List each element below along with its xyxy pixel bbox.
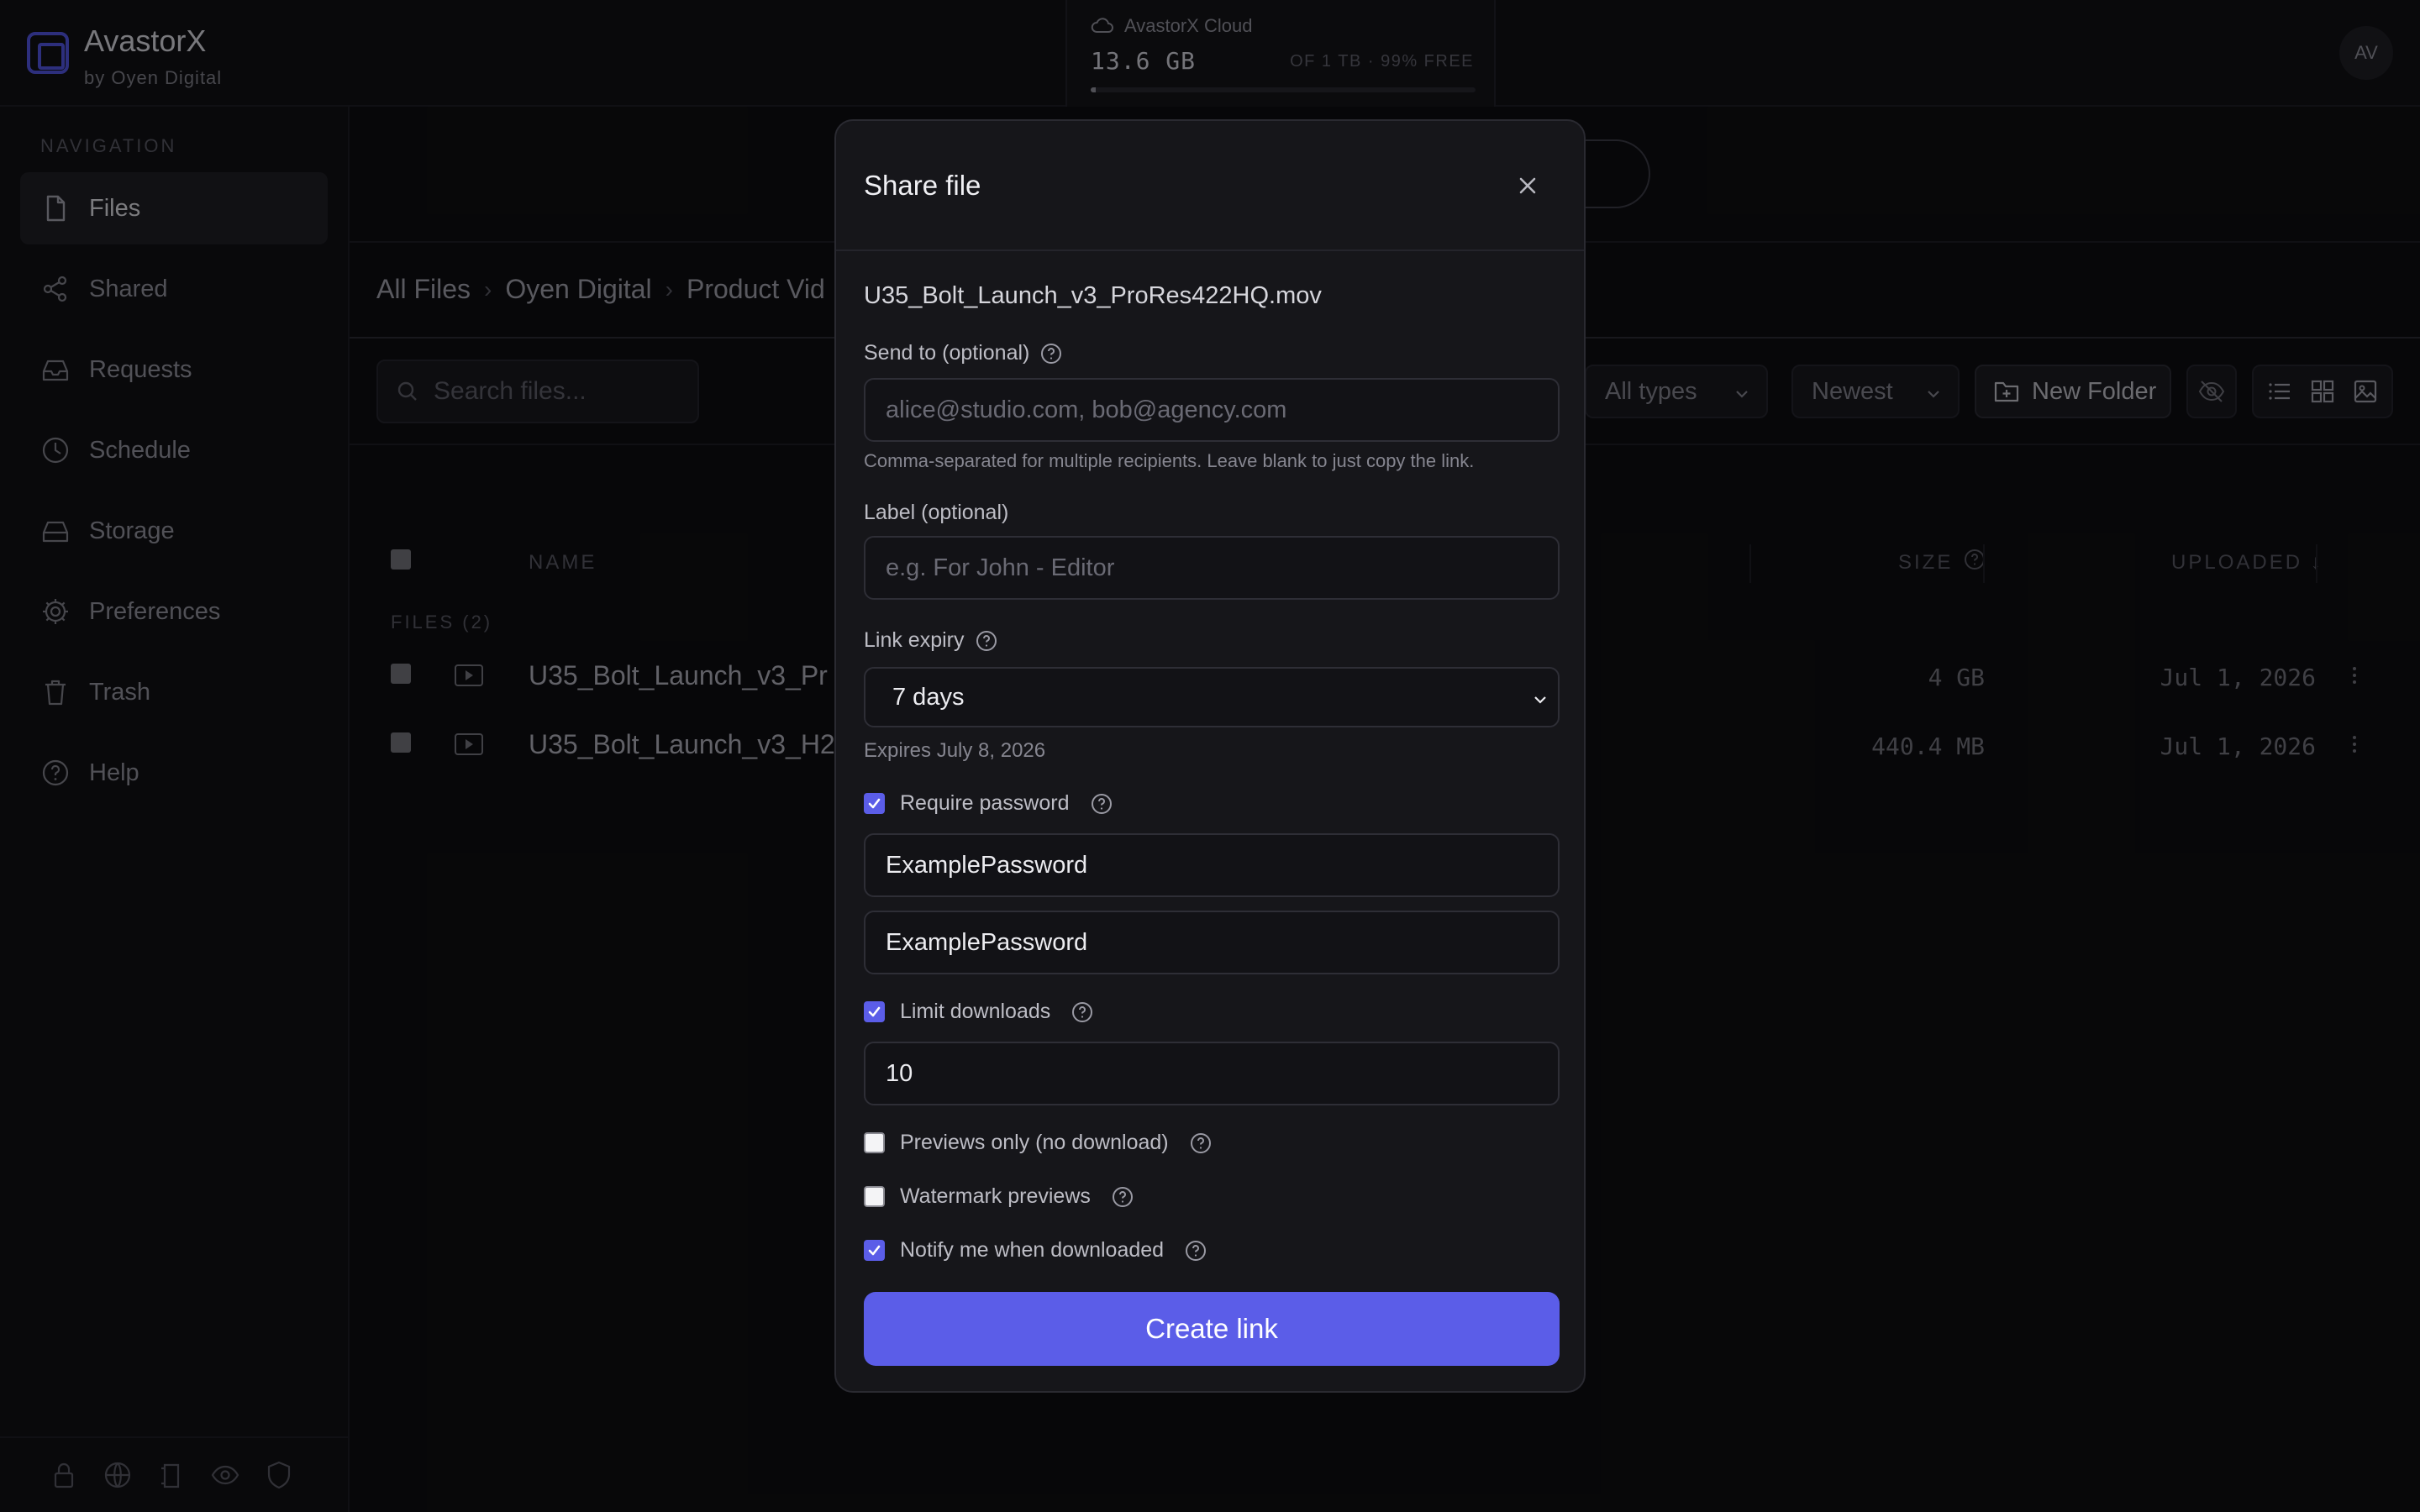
require-password-checkbox[interactable] [864, 793, 885, 814]
dialog-header: Share file [836, 121, 1584, 251]
share-file-dialog: Share file U35_Bolt_Launch_v3_ProRes422H… [834, 119, 1586, 1393]
help-icon[interactable] [1039, 342, 1063, 365]
watermark-checkbox[interactable] [864, 1186, 885, 1207]
notify-checkbox[interactable] [864, 1240, 885, 1261]
send-to-label-text: Send to (optional) [864, 341, 1030, 365]
help-icon[interactable] [1090, 792, 1113, 816]
label-input[interactable]: e.g. For John - Editor [864, 536, 1560, 600]
expiry-select[interactable]: 7 days [864, 667, 1560, 727]
previews-only-checkbox[interactable] [864, 1132, 885, 1153]
password-input[interactable]: ExamplePassword [864, 833, 1560, 897]
previews-only-label: Previews only (no download) [900, 1131, 1169, 1154]
limit-downloads-label: Limit downloads [900, 1000, 1051, 1023]
download-limit-input[interactable]: 10 [864, 1042, 1560, 1105]
shared-file-name: U35_Bolt_Launch_v3_ProRes422HQ.mov [864, 282, 1322, 309]
label-field-label-text: Label (optional) [864, 501, 1009, 524]
expiry-label-text: Link expiry [864, 628, 965, 652]
limit-downloads-checkbox[interactable] [864, 1001, 885, 1022]
require-password-option[interactable]: Require password [864, 791, 1113, 816]
send-to-hint: Comma-separated for multiple recipients.… [864, 450, 1475, 471]
help-icon[interactable] [1189, 1131, 1213, 1155]
watermark-option[interactable]: Watermark previews [864, 1184, 1134, 1209]
dialog-title: Share file [864, 170, 981, 201]
help-icon[interactable] [975, 629, 998, 653]
help-icon[interactable] [1111, 1185, 1134, 1209]
require-password-label: Require password [900, 791, 1070, 815]
expiry-value: 7 days [892, 683, 965, 711]
help-icon[interactable] [1184, 1239, 1207, 1263]
chevron-down-icon [1534, 696, 1546, 704]
limit-downloads-option[interactable]: Limit downloads [864, 1000, 1094, 1024]
watermark-label: Watermark previews [900, 1184, 1091, 1208]
expiry-label: Link expiry [864, 628, 998, 653]
confirm-password-input[interactable]: ExamplePassword [864, 911, 1560, 974]
notify-label: Notify me when downloaded [900, 1238, 1165, 1262]
send-to-label: Send to (optional) [864, 341, 1063, 365]
label-field-label: Label (optional) [864, 501, 1008, 525]
expiry-hint: Expires July 8, 2026 [864, 739, 1046, 762]
notify-option[interactable]: Notify me when downloaded [864, 1238, 1207, 1263]
close-icon[interactable] [1515, 173, 1540, 198]
create-link-button[interactable]: Create link [864, 1292, 1560, 1366]
help-icon[interactable] [1071, 1000, 1094, 1024]
previews-only-option[interactable]: Previews only (no download) [864, 1131, 1213, 1155]
send-to-input[interactable]: alice@studio.com, bob@agency.com [864, 378, 1560, 442]
